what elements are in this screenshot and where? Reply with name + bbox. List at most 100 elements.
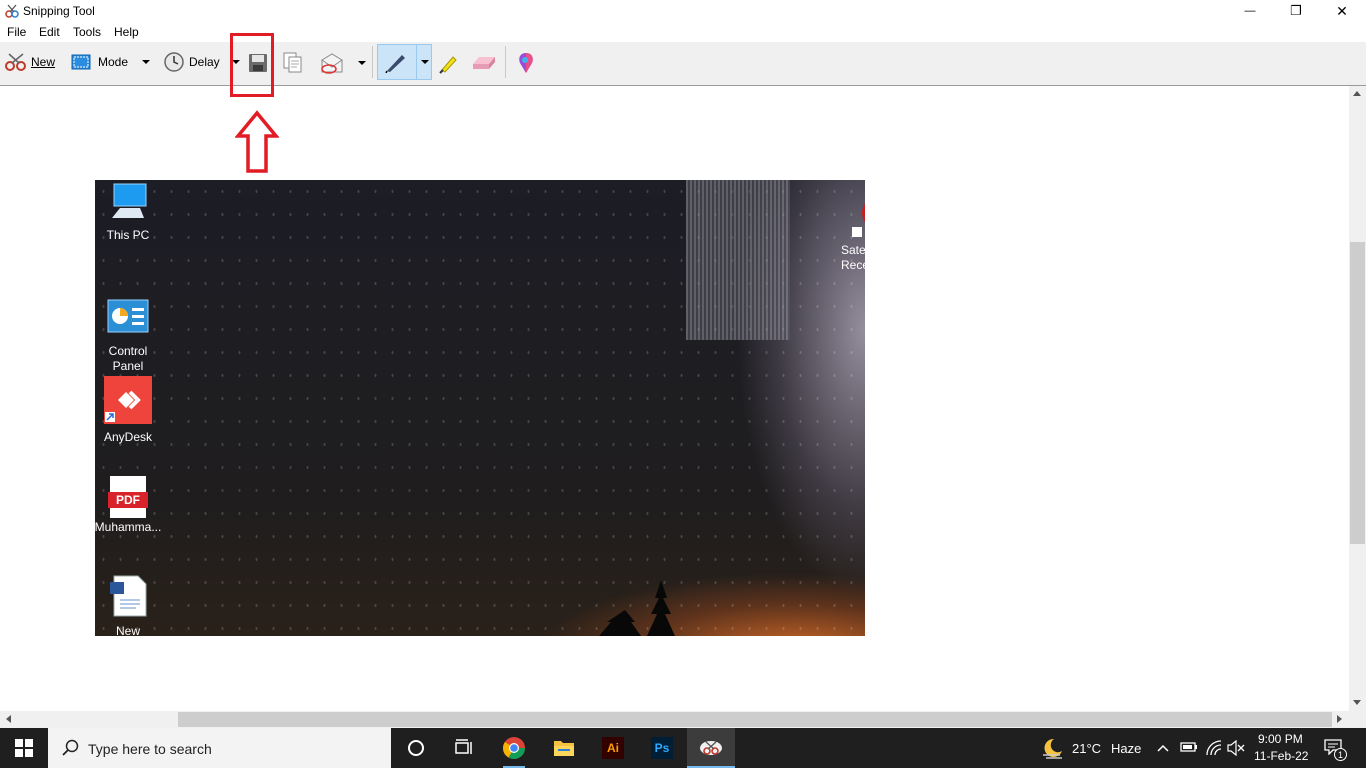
show-hidden-icons-button[interactable] (1156, 742, 1170, 756)
taskbar-snipping-tool[interactable] (687, 728, 735, 768)
mode-label: Mode (98, 55, 129, 69)
close-icon: ✕ (1336, 2, 1348, 19)
desktop-icon-anydesk: AnyDesk (95, 376, 161, 445)
taskbar-illustrator[interactable]: Ai (589, 728, 637, 768)
copy-button[interactable] (280, 50, 306, 76)
new-button[interactable]: New (2, 48, 58, 76)
minimize-icon: — (1244, 5, 1256, 17)
tree-silhouette (599, 580, 675, 636)
scroll-left-icon[interactable] (6, 715, 11, 723)
send-dropdown-icon (358, 61, 366, 65)
anydesk-icon (104, 376, 152, 424)
volume-indicator[interactable] (1227, 739, 1245, 759)
desktop-icon-this-pc: This PC (95, 182, 161, 243)
cortana-icon (408, 740, 424, 756)
vertical-scroll-thumb[interactable] (1350, 242, 1365, 544)
windows-logo-icon (15, 739, 33, 757)
restore-button[interactable]: ❐ (1273, 0, 1319, 22)
desktop-icon-label: AnyDesk (103, 430, 153, 444)
task-view-icon (455, 739, 472, 754)
menu-file[interactable]: File (7, 25, 26, 39)
pen-dropdown-icon[interactable] (421, 60, 429, 64)
send-email-icon (321, 53, 343, 74)
mode-button[interactable]: Mode (68, 48, 154, 76)
toolbar-separator (505, 46, 506, 78)
menu-edit[interactable]: Edit (39, 25, 60, 39)
search-placeholder: Type here to search (88, 741, 212, 757)
edit-with-paint3d-button[interactable] (513, 50, 539, 76)
title-bar (0, 0, 1366, 22)
cortana-button[interactable] (392, 728, 440, 768)
mode-dropdown-icon (142, 60, 150, 64)
desktop-icon-label: Satel Rece (841, 243, 865, 272)
clock-time[interactable]: 9:00 PM (1258, 732, 1303, 746)
desktop-icon-pdf: PDF Muhamma... (95, 476, 165, 535)
minimize-button[interactable]: — (1227, 0, 1273, 22)
highlighter-button[interactable] (436, 50, 462, 76)
clock-icon (164, 52, 184, 72)
clock-date[interactable]: 11-Feb-22 (1254, 749, 1308, 763)
save-button-highlight-box (230, 33, 274, 97)
snipping-tool-app-icon (5, 4, 19, 18)
taskbar-photoshop[interactable]: Ps (638, 728, 686, 768)
word-document-icon (110, 575, 147, 617)
pixelated-region (686, 180, 790, 340)
scroll-right-icon[interactable] (1337, 715, 1342, 723)
pdf-badge: PDF (108, 492, 148, 508)
paint3d-icon (519, 53, 533, 73)
wifi-icon (1206, 740, 1222, 756)
illustrator-icon: Ai (602, 737, 624, 759)
eraser-icon (473, 57, 495, 69)
annotation-up-arrow (235, 110, 279, 173)
new-label: New (31, 55, 56, 69)
battery-indicator[interactable] (1180, 740, 1198, 757)
toolbar-separator (372, 46, 373, 78)
pen-split-divider (416, 45, 417, 79)
toolbar: New Mode Delay (0, 42, 1366, 86)
control-panel-icon (107, 299, 149, 333)
desktop-icon-satellite-receiver: Satel Rece (830, 182, 865, 288)
desktop-icon-label: Muhamma... (95, 520, 162, 534)
restore-icon: ❐ (1290, 3, 1302, 18)
pen-button[interactable] (377, 44, 432, 80)
menu-bar (0, 22, 1366, 42)
network-indicator[interactable] (1205, 740, 1223, 759)
weather-moon-icon (1043, 738, 1062, 759)
task-view-button[interactable] (440, 728, 488, 768)
eraser-button[interactable] (469, 50, 497, 76)
pdf-file-icon: PDF (108, 476, 148, 518)
search-icon (62, 739, 79, 756)
photoshop-icon: Ps (651, 737, 673, 759)
notification-count-badge: 1 (1334, 748, 1347, 761)
scroll-down-icon[interactable] (1353, 700, 1361, 705)
captured-snip-image: This PC Control Panel AnyDesk PDF Muhamm… (95, 180, 865, 636)
menu-tools[interactable]: Tools (73, 25, 101, 39)
menu-help[interactable]: Help (114, 25, 139, 39)
mode-icon (71, 54, 91, 70)
pen-icon (385, 55, 405, 73)
start-button[interactable] (0, 728, 48, 768)
weather-temperature: 21°C (1072, 741, 1102, 756)
horizontal-scroll-thumb[interactable] (178, 712, 1332, 727)
desktop-icon-label: Control Panel (108, 344, 148, 373)
battery-icon (1180, 742, 1197, 752)
satellite-receiver-icon (852, 203, 865, 237)
scroll-up-icon[interactable] (1353, 91, 1361, 96)
window-title: Snipping Tool (23, 4, 95, 18)
desktop-icon-label: New (115, 624, 140, 636)
folder-icon (554, 741, 574, 756)
chevron-up-icon (1157, 744, 1169, 752)
highlighter-icon (439, 56, 457, 74)
volume-muted-icon (1227, 739, 1245, 757)
desktop-icon-label: This PC (106, 228, 150, 242)
chrome-icon (503, 737, 525, 759)
taskbar-file-explorer[interactable] (540, 728, 588, 768)
this-pc-icon (112, 183, 147, 218)
taskbar-chrome[interactable] (490, 728, 538, 768)
scissors-icon (5, 53, 26, 71)
desktop-icon-word-doc: New (95, 574, 161, 636)
action-center-button[interactable]: 1 (1322, 738, 1348, 762)
weather-description: Haze (1111, 741, 1142, 756)
send-snip-button[interactable] (316, 50, 370, 76)
close-button[interactable]: ✕ (1319, 0, 1365, 22)
